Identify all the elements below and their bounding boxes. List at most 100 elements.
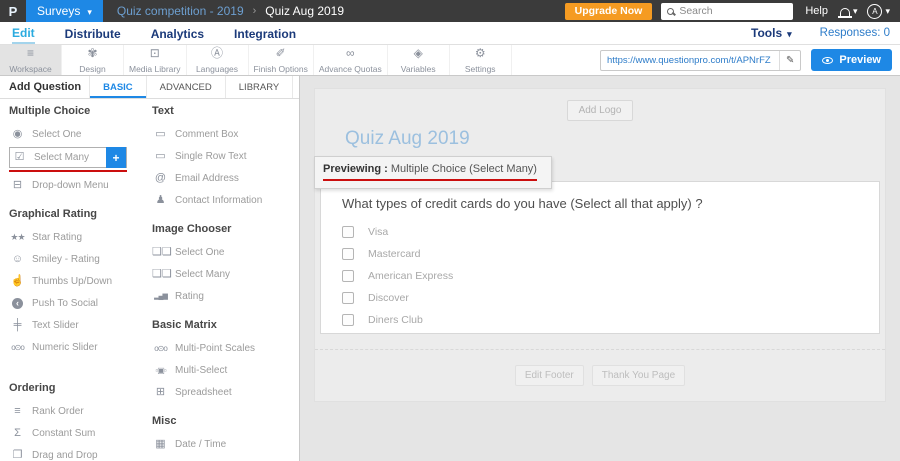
star-rating-icon: ★★ <box>9 233 26 242</box>
toolbar-item-workspace[interactable]: ≡Workspace <box>0 45 62 75</box>
checkbox[interactable] <box>342 248 354 260</box>
nav-tab-edit[interactable]: Edit <box>12 22 35 44</box>
edit-footer-button[interactable]: Edit Footer <box>515 365 584 386</box>
question-type-multi-point-scales[interactable]: o⊙o Multi-Point Scales <box>152 338 298 359</box>
section-ordering: Ordering≡Rank OrderΣConstant Sum❐Drag an… <box>9 382 152 461</box>
rank-order-icon: ≡ <box>9 406 26 417</box>
toolbar-item-finish-options[interactable]: ✐Finish Options <box>249 45 314 75</box>
nav-tab-integration[interactable]: Integration <box>234 22 296 44</box>
tools-label: Tools <box>751 26 782 40</box>
question-type-constant-sum[interactable]: ΣConstant Sum <box>9 423 152 444</box>
checkbox[interactable] <box>342 226 354 238</box>
question-type-label: Rating <box>175 291 204 302</box>
section-basic-matrix: Basic Matrixo⊙oMulti-Point Scales▫▣▫Mult… <box>152 319 298 403</box>
question-type-spreadsheet[interactable]: ⊞Spreadsheet <box>152 382 298 403</box>
question-type-rating[interactable]: ▂▄▆ Rating <box>152 286 298 307</box>
toolbar-item-languages[interactable]: ⒶLanguages <box>187 45 249 75</box>
design-icon: ✾ <box>87 47 97 60</box>
section-misc: Misc▦Date / Time⊠Captcha <box>152 415 298 461</box>
section-title: Image Chooser <box>152 223 298 235</box>
breadcrumb-parent[interactable]: Quiz competition - 2019 <box>117 4 244 18</box>
search-box[interactable] <box>661 3 793 20</box>
responses-count[interactable]: Responses: 0 <box>820 27 890 39</box>
edit-url-icon[interactable]: ✎ <box>779 51 800 70</box>
question-type-label: Rank Order <box>32 406 84 417</box>
question-type-select-many[interactable]: ☑Select Many+ <box>9 147 127 168</box>
question-type-label: Date / Time <box>175 439 226 450</box>
upgrade-now-button[interactable]: Upgrade Now <box>565 3 653 20</box>
panel-tab-advanced[interactable]: ADVANCED <box>146 76 225 98</box>
question-type-star-rating[interactable]: ★★Star Rating <box>9 227 152 248</box>
question-type-label: Drop-down Menu <box>32 180 109 191</box>
image-rating-icon: ▂▄▆ <box>152 293 169 300</box>
survey-url-input[interactable] <box>601 55 779 66</box>
question-type-label: Multi-Point Scales <box>175 343 255 354</box>
question-type-column-0: Multiple Choice ◉Select One☑Select Many+ ⊟… <box>9 105 152 461</box>
nav-tab-analytics[interactable]: Analytics <box>151 22 204 44</box>
question-type-multi-select[interactable]: ▫▣▫Multi-Select <box>152 360 298 381</box>
option-row: Visa <box>342 226 858 238</box>
question-type-push-to-social[interactable]: ‹Push To Social <box>9 293 152 314</box>
nav-tab-distribute[interactable]: Distribute <box>65 22 121 44</box>
numeric-slider-icon: o⊙o <box>9 344 26 352</box>
question-type-drag-and-drop[interactable]: ❐Drag and Drop <box>9 445 152 461</box>
question-type-rank-order[interactable]: ≡ Rank Order <box>9 401 152 422</box>
question-type-smiley-rating[interactable]: ☺Smiley - Rating <box>9 249 152 270</box>
question-type-contact-information[interactable]: ♟Contact Information <box>152 190 298 211</box>
add-logo-button[interactable]: Add Logo <box>567 100 634 121</box>
toolbar: ≡Workspace✾Design⊡Media LibraryⒶLanguage… <box>0 45 900 76</box>
panel-tab-basic[interactable]: BASIC <box>89 76 146 98</box>
search-input[interactable] <box>679 5 787 17</box>
questionpro-logo-icon[interactable]: P <box>0 0 26 22</box>
question-type-label: Thumbs Up/Down <box>32 276 112 287</box>
question-card[interactable]: What types of credit cards do you have (… <box>320 181 880 334</box>
question-type-single-row-text[interactable]: ▭Single Row Text <box>152 146 298 167</box>
help-link[interactable]: Help <box>805 5 828 17</box>
thank-you-page-button[interactable]: Thank You Page <box>592 365 685 386</box>
preview-button[interactable]: Preview <box>811 49 892 71</box>
account-menu[interactable]: A <box>867 0 890 22</box>
section-title: Multiple Choice <box>9 105 152 117</box>
toolbar-item-advance-quotas[interactable]: ∞Advance Quotas <box>314 45 388 75</box>
question-type-date-time[interactable]: ▦ Date / Time <box>152 434 298 455</box>
question-type-text-slider[interactable]: ╪ Text Slider <box>9 315 152 336</box>
surveys-menu[interactable]: Surveys <box>26 0 103 22</box>
preview-footer: Edit Footer Thank You Page <box>315 349 885 401</box>
avatar: A <box>867 4 882 19</box>
question-type-email-address[interactable]: @Email Address <box>152 168 298 189</box>
question-type-select-one[interactable]: ❑❑Select One <box>152 242 298 263</box>
highlight-underline <box>323 179 537 181</box>
checkbox[interactable] <box>342 270 354 282</box>
question-type-drop-down-menu[interactable]: ⊟Drop-down Menu <box>9 175 152 196</box>
tools-menu[interactable]: Tools <box>751 26 792 40</box>
toolbar-item-settings[interactable]: ⚙Settings <box>450 45 512 75</box>
nav-tabs: Edit Distribute Analytics Integration <box>12 22 296 44</box>
toolbar-item-variables[interactable]: ◈Variables <box>388 45 450 75</box>
panel-tab-library[interactable]: LIBRARY <box>225 76 292 98</box>
question-type-numeric-slider[interactable]: o⊙oNumeric Slider <box>9 337 152 358</box>
question-type-comment-box[interactable]: ▭Comment Box <box>152 124 298 145</box>
toolbar-item-media-library[interactable]: ⊡Media Library <box>124 45 187 75</box>
question-type-label: Select One <box>32 129 81 140</box>
select-many-icon: ☑ <box>11 152 28 163</box>
checkbox[interactable] <box>342 292 354 304</box>
question-type-label: Text Slider <box>32 320 79 331</box>
option-label: Visa <box>368 226 388 238</box>
question-type-captcha[interactable]: ⊠Captcha <box>152 456 298 461</box>
question-type-select-one[interactable]: ◉Select One <box>9 124 152 145</box>
question-type-select-many[interactable]: ❑❑Select Many <box>152 264 298 285</box>
question-type-label: Multi-Select <box>175 365 227 376</box>
toolbar-item-label: Advance Quotas <box>319 64 382 74</box>
date-time-icon: ▦ <box>152 439 169 450</box>
toolbar-item-design[interactable]: ✾Design <box>62 45 124 75</box>
survey-title[interactable]: Quiz Aug 2019 <box>345 128 885 150</box>
notifications-menu[interactable] <box>840 0 858 22</box>
question-type-thumbs-up-down[interactable]: ☝ Thumbs Up/Down <box>9 271 152 292</box>
text-slider-icon: ╪ <box>9 320 26 331</box>
spreadsheet-icon: ⊞ <box>152 387 169 398</box>
multi-point-icon: o⊙o <box>152 345 169 353</box>
add-question-button[interactable]: + <box>106 147 126 168</box>
checkbox[interactable] <box>342 314 354 326</box>
thumbs-up-down-icon: ☝ <box>9 276 26 287</box>
chevron-down-icon <box>87 4 92 18</box>
